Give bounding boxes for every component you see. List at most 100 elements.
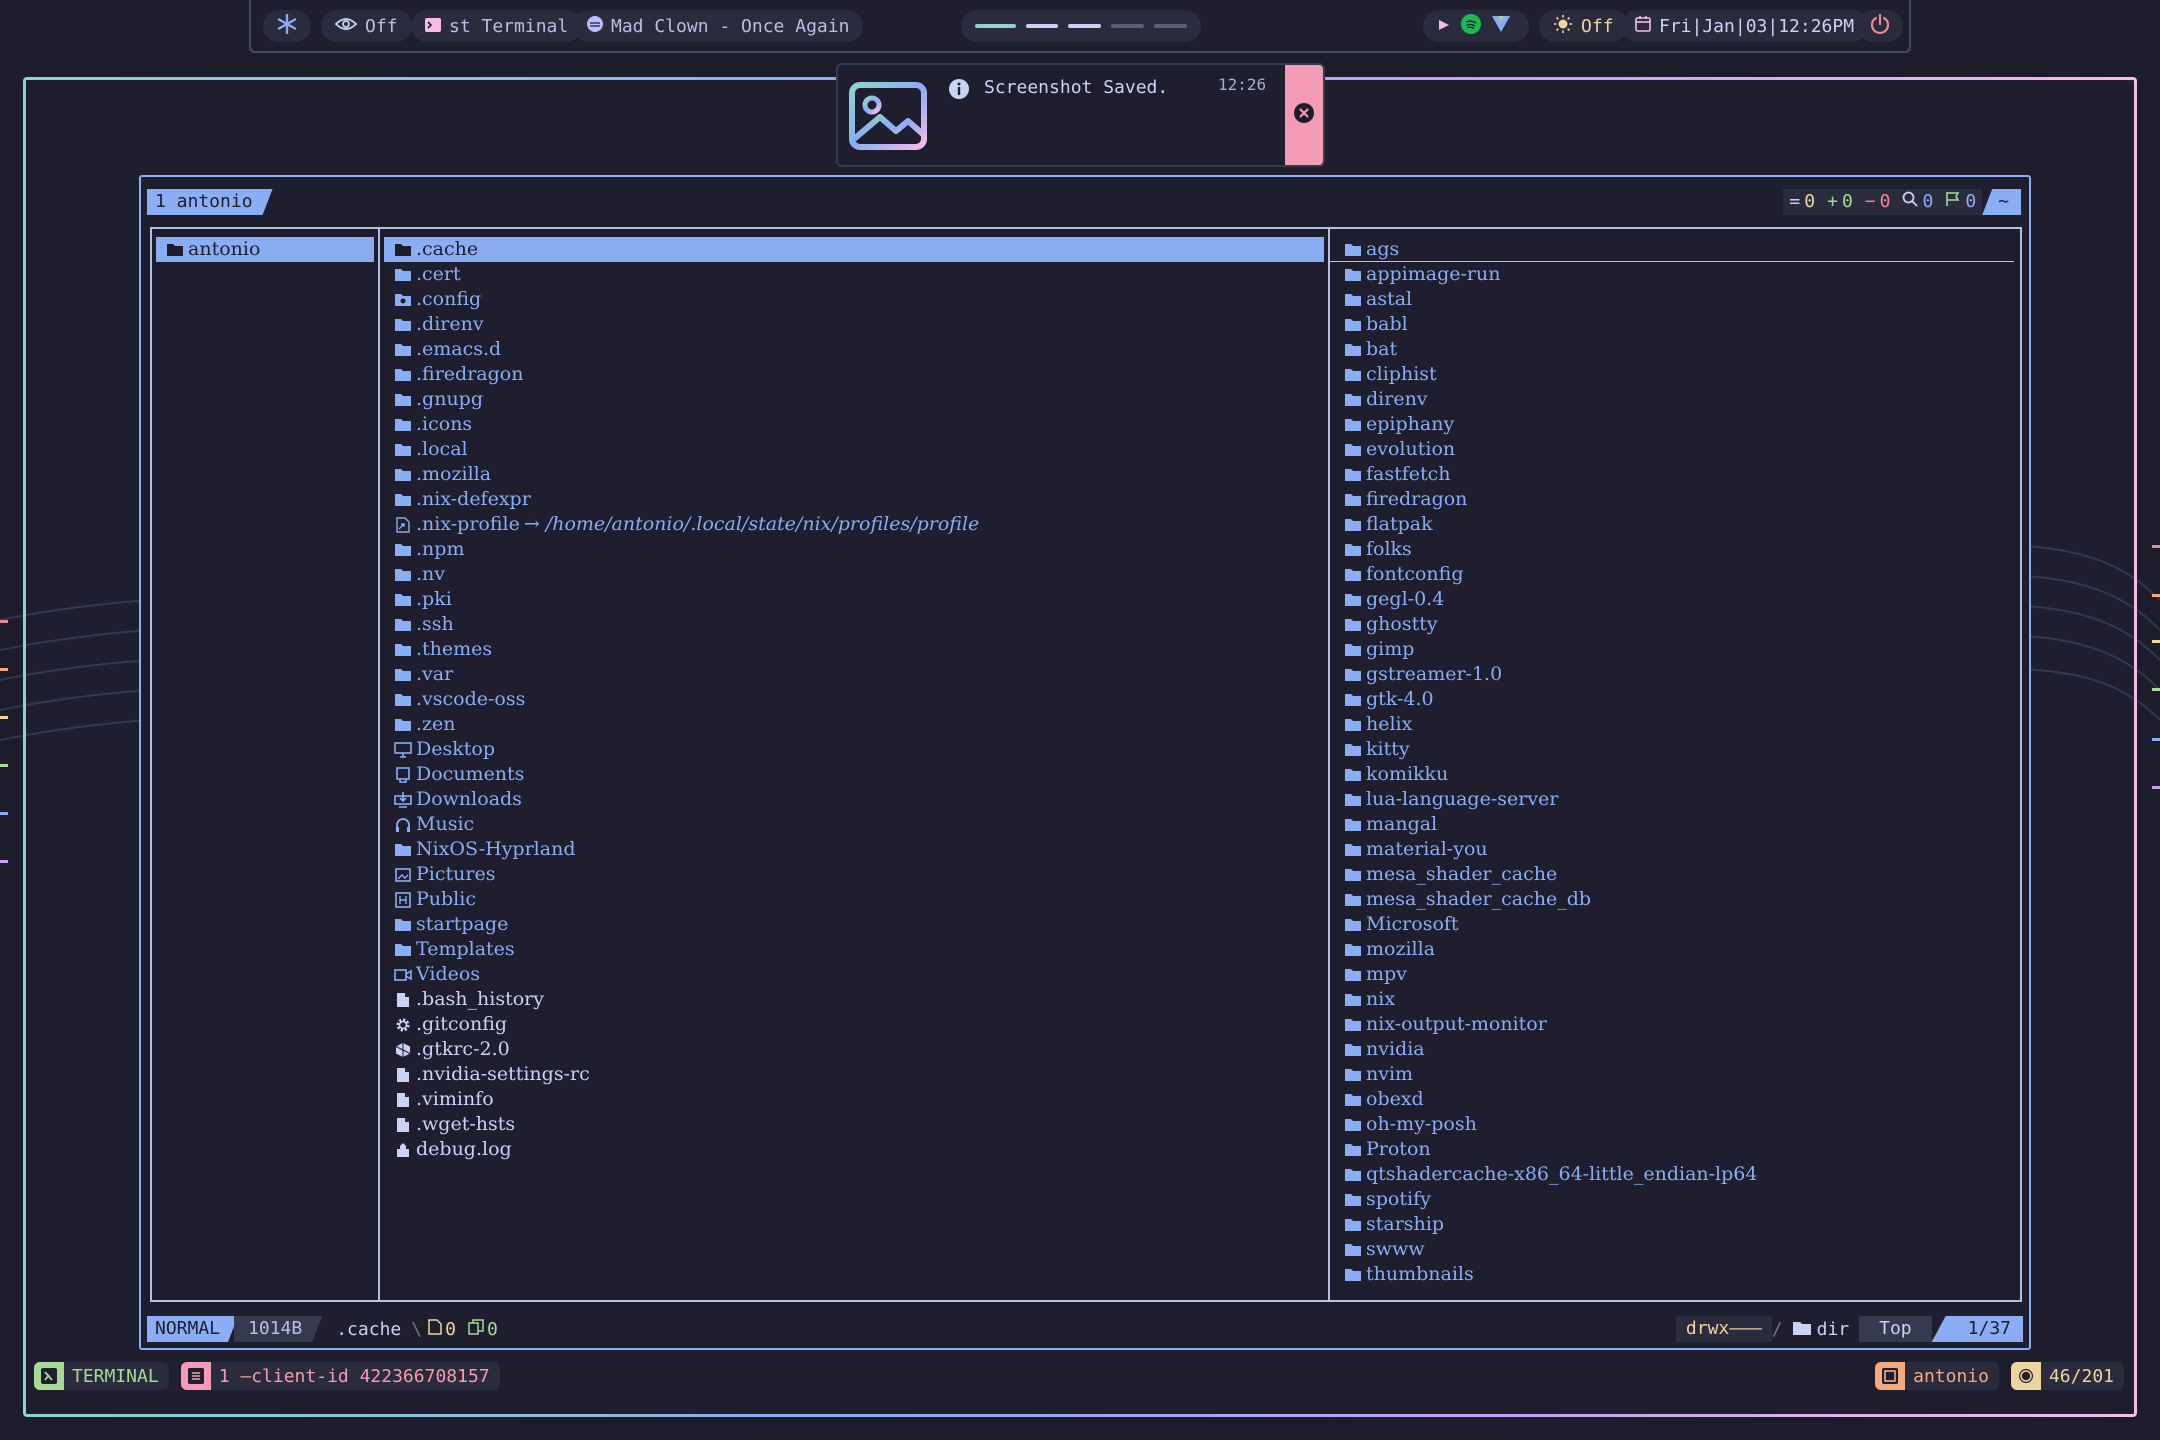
preview-entry[interactable]: nix: [1330, 987, 2020, 1012]
preview-pane[interactable]: ags appimage-run astal babl bat cliphist diren…: [1330, 229, 2020, 1300]
preview-entry[interactable]: cliphist: [1330, 362, 2020, 387]
file-entry[interactable]: Downloads: [380, 787, 1328, 812]
file-entry[interactable]: .nv: [380, 562, 1328, 587]
preview-entry[interactable]: obexd: [1330, 1087, 2020, 1112]
file-entry[interactable]: .emacs.d: [380, 337, 1328, 362]
preview-entry[interactable]: gstreamer-1.0: [1330, 662, 2020, 687]
preview-entry[interactable]: fastfetch: [1330, 462, 2020, 487]
preview-entry[interactable]: mesa_shader_cache: [1330, 862, 2020, 887]
preview-entry[interactable]: starship: [1330, 1212, 2020, 1237]
file-entry[interactable]: Videos: [380, 962, 1328, 987]
preview-entry[interactable]: astal: [1330, 287, 2020, 312]
file-entry[interactable]: .vscode-oss: [380, 687, 1328, 712]
file-entry[interactable]: .gtkrc-2.0: [380, 1037, 1328, 1062]
file-entry[interactable]: .nix-defexpr: [380, 487, 1328, 512]
file-entry[interactable]: startpage: [380, 912, 1328, 937]
file-entry[interactable]: .mozilla: [380, 462, 1328, 487]
preview-entry[interactable]: nix-output-monitor: [1330, 1012, 2020, 1037]
preview-entry[interactable]: gtk-4.0: [1330, 687, 2020, 712]
file-entry[interactable]: Templates: [380, 937, 1328, 962]
workspace-indicator[interactable]: [961, 10, 1201, 42]
media-player-module[interactable]: Mad Clown - Once Again: [573, 10, 864, 42]
file-entry[interactable]: .zen: [380, 712, 1328, 737]
file-entry[interactable]: .ssh: [380, 612, 1328, 637]
preview-entry[interactable]: nvim: [1330, 1062, 2020, 1087]
preview-entry[interactable]: spotify: [1330, 1187, 2020, 1212]
file-entry[interactable]: Public: [380, 887, 1328, 912]
night-light-toggle[interactable]: Off: [1539, 10, 1628, 42]
idle-inhibitor-toggle[interactable]: Off: [321, 10, 412, 42]
preview-entry[interactable]: oh-my-posh: [1330, 1112, 2020, 1137]
vpn-icon[interactable]: [1491, 15, 1511, 38]
spotify-icon[interactable]: [1461, 13, 1481, 39]
preview-entry[interactable]: komikku: [1330, 762, 2020, 787]
preview-entry[interactable]: nvidia: [1330, 1037, 2020, 1062]
file-entry[interactable]: .direnv: [380, 312, 1328, 337]
file-entry[interactable]: .local: [380, 437, 1328, 462]
preview-entry[interactable]: babl: [1330, 312, 2020, 337]
file-entry[interactable]: .firedragon: [380, 362, 1328, 387]
preview-entry[interactable]: kitty: [1330, 737, 2020, 762]
app-tray-icon[interactable]: [1437, 16, 1451, 37]
preview-entry[interactable]: helix: [1330, 712, 2020, 737]
preview-entry[interactable]: thumbnails: [1330, 1262, 2020, 1287]
preview-entry[interactable]: mesa_shader_cache_db: [1330, 887, 2020, 912]
preview-entry[interactable]: lua-language-server: [1330, 787, 2020, 812]
nixos-menu-button[interactable]: [263, 10, 311, 42]
file-entry[interactable]: .icons: [380, 412, 1328, 437]
preview-entry[interactable]: swww: [1330, 1237, 2020, 1262]
workspace-2[interactable]: [1025, 24, 1059, 28]
preview-entry[interactable]: gegl-0.4: [1330, 587, 2020, 612]
file-entry[interactable]: debug.log: [380, 1137, 1328, 1162]
power-button[interactable]: [1857, 10, 1903, 42]
file-entry[interactable]: .npm: [380, 537, 1328, 562]
preview-entry[interactable]: gimp: [1330, 637, 2020, 662]
file-entry[interactable]: Desktop: [380, 737, 1328, 762]
preview-entry[interactable]: Microsoft: [1330, 912, 2020, 937]
file-entry[interactable]: .wget-hsts: [380, 1112, 1328, 1137]
parent-entry[interactable]: antonio: [156, 237, 374, 262]
file-entry[interactable]: NixOS-Hyprland: [380, 837, 1328, 862]
preview-entry[interactable]: epiphany: [1330, 412, 2020, 437]
file-entry[interactable]: .cert: [380, 262, 1328, 287]
preview-entry[interactable]: mozilla: [1330, 937, 2020, 962]
preview-entry[interactable]: Proton: [1330, 1137, 2020, 1162]
current-pane[interactable]: .cache .cert .config .direnv .emacs.d .firedr…: [380, 229, 1330, 1300]
file-entry[interactable]: Music: [380, 812, 1328, 837]
preview-entry[interactable]: mangal: [1330, 812, 2020, 837]
preview-entry[interactable]: mpv: [1330, 962, 2020, 987]
tab-1[interactable]: 1 antonio: [147, 189, 273, 215]
file-entry[interactable]: .pki: [380, 587, 1328, 612]
preview-entry[interactable]: bat: [1330, 337, 2020, 362]
file-entry[interactable]: .var: [380, 662, 1328, 687]
preview-entry[interactable]: evolution: [1330, 437, 2020, 462]
file-entry[interactable]: .viminfo: [380, 1087, 1328, 1112]
screenshot-notification[interactable]: Screenshot Saved. 12:26: [836, 63, 1325, 167]
preview-entry[interactable]: flatpak: [1330, 512, 2020, 537]
file-entry[interactable]: .bash_history: [380, 987, 1328, 1012]
parent-pane[interactable]: antonio: [152, 229, 380, 1300]
file-entry[interactable]: .cache: [384, 237, 1324, 262]
preview-entry[interactable]: material-you: [1330, 837, 2020, 862]
file-entry[interactable]: Pictures: [380, 862, 1328, 887]
file-entry[interactable]: .gnupg: [380, 387, 1328, 412]
file-entry[interactable]: .nvidia-settings-rc: [380, 1062, 1328, 1087]
preview-entry[interactable]: qtshadercache-x86_64-little_endian-lp64: [1330, 1162, 2020, 1187]
preview-entry[interactable]: fontconfig: [1330, 562, 2020, 587]
preview-entry[interactable]: folks: [1330, 537, 2020, 562]
file-entry[interactable]: .gitconfig: [380, 1012, 1328, 1037]
session-tab[interactable]: 1 —client-id 422366708157: [180, 1362, 500, 1390]
clock[interactable]: Fri|Jan|03|12:26PM: [1621, 10, 1869, 42]
file-entry[interactable]: Documents: [380, 762, 1328, 787]
preview-entry[interactable]: direnv: [1330, 387, 2020, 412]
preview-entry[interactable]: appimage-run: [1330, 262, 2020, 287]
workspace-3[interactable]: [1068, 24, 1102, 28]
workspace-1[interactable]: [975, 24, 1016, 28]
file-entry[interactable]: .config: [380, 287, 1328, 312]
notification-close-button[interactable]: [1285, 65, 1323, 165]
preview-entry[interactable]: ghostty: [1330, 612, 2020, 637]
workspace-5[interactable]: [1154, 24, 1188, 28]
file-entry[interactable]: .themes: [380, 637, 1328, 662]
preview-entry[interactable]: firedragon: [1330, 487, 2020, 512]
file-entry[interactable]: .nix-profile → /home/antonio/.local/stat…: [380, 512, 1328, 537]
